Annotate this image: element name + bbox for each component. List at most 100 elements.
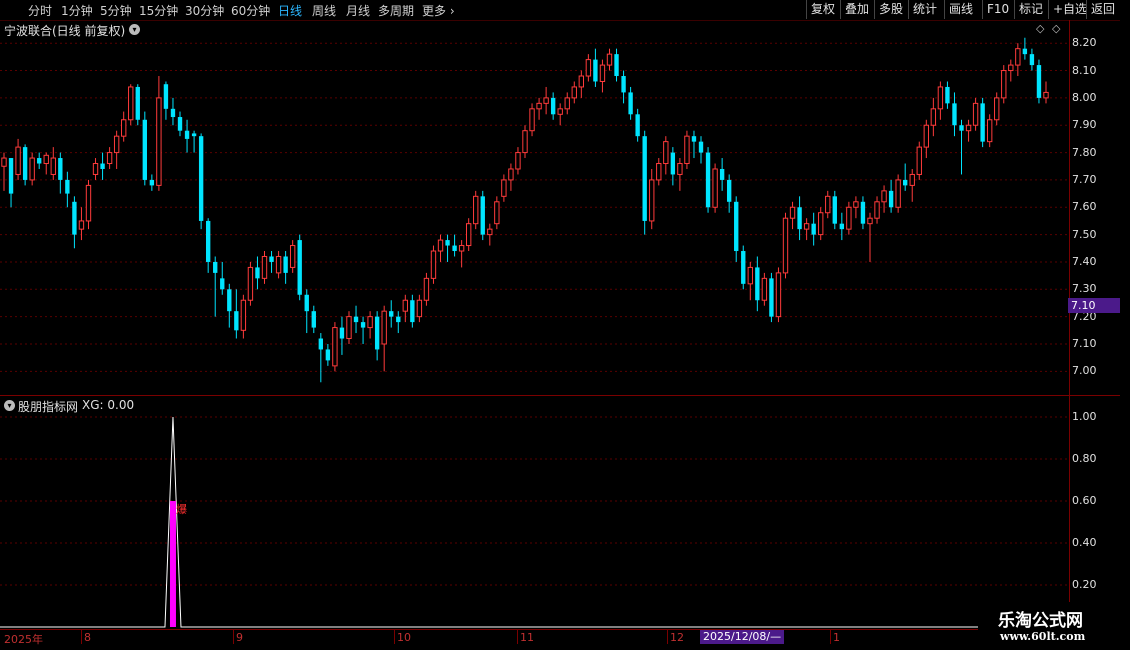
- candle-body: [606, 53, 613, 66]
- candle-body: [381, 310, 387, 345]
- period-tab-5[interactable]: 60分钟: [231, 2, 270, 19]
- candle-body: [85, 184, 92, 222]
- candle-body: [325, 349, 331, 361]
- signal-bar: [169, 501, 176, 627]
- candle-body: [473, 195, 479, 225]
- candle-body: [396, 316, 401, 323]
- toolbar-button-5[interactable]: F10: [982, 0, 1013, 19]
- period-tab-2[interactable]: 5分钟: [100, 2, 132, 19]
- candle-body: [269, 256, 274, 262]
- candle-body: [494, 201, 500, 225]
- candle-body: [916, 146, 922, 175]
- candle-body: [445, 240, 450, 246]
- candle-body: [952, 103, 957, 126]
- toolbar-button-8[interactable]: 返回: [1086, 0, 1119, 19]
- candle-body: [705, 152, 711, 208]
- toolbar-button-0[interactable]: 复权: [806, 0, 839, 19]
- candle-body: [423, 277, 430, 301]
- candle-body: [649, 179, 655, 222]
- candle-body: [191, 133, 197, 137]
- indicator-tick: 0.80: [1072, 452, 1097, 465]
- candle-body: [58, 158, 63, 180]
- candle-body: [332, 327, 338, 367]
- indicator-tick: 0.40: [1072, 536, 1097, 549]
- candle-body: [177, 117, 183, 131]
- candle-body: [614, 54, 619, 77]
- candle-body: [797, 207, 802, 230]
- candle-body: [43, 154, 49, 165]
- candle-body: [339, 327, 345, 339]
- candle-body: [853, 201, 859, 208]
- toolbar-button-2[interactable]: 多股: [874, 0, 907, 19]
- candle-body: [734, 201, 739, 252]
- candle-body: [965, 124, 972, 132]
- candle-body: [227, 289, 232, 312]
- candle-body: [501, 179, 507, 197]
- candle-body: [480, 196, 485, 235]
- candle-body: [430, 250, 437, 279]
- candle-body: [839, 223, 845, 230]
- candlestick-chart[interactable]: 爆: [0, 20, 1070, 630]
- candle-body: [663, 141, 669, 165]
- candle-body: [986, 119, 993, 143]
- candle-body: [782, 217, 789, 274]
- x-axis-separator: [517, 630, 518, 644]
- candle-body: [163, 84, 169, 109]
- toolbar-button-1[interactable]: 叠加: [840, 0, 873, 19]
- candle-body: [755, 267, 760, 301]
- candle-body: [642, 136, 647, 221]
- candle-body: [741, 251, 746, 284]
- candle-body: [945, 86, 950, 104]
- period-tab-7[interactable]: 周线: [312, 2, 336, 19]
- candle-body: [818, 212, 824, 236]
- candle-body: [297, 240, 302, 295]
- watermark-title: 乐淘公式网: [998, 611, 1083, 631]
- candle-body: [923, 124, 929, 148]
- candle-body: [937, 86, 944, 110]
- price-tick: 7.70: [1072, 172, 1097, 186]
- candle-body: [1001, 70, 1007, 99]
- candle-body: [712, 168, 718, 208]
- candle-body: [1008, 64, 1014, 72]
- toolbar-button-7[interactable]: +自选: [1048, 0, 1091, 19]
- period-tab-10[interactable]: 更多 ›: [422, 2, 455, 19]
- period-tab-8[interactable]: 月线: [346, 2, 370, 19]
- candle-body: [65, 179, 70, 194]
- candle-body: [72, 201, 77, 235]
- toolbar-button-4[interactable]: 画线: [944, 0, 977, 19]
- candle-body: [205, 220, 211, 262]
- candle-body: [220, 278, 225, 290]
- candle-body: [50, 157, 56, 175]
- toolbar-button-3[interactable]: 统计: [908, 0, 941, 19]
- candle-body: [487, 228, 493, 236]
- toolbar-button-6[interactable]: 标记: [1014, 0, 1047, 19]
- candle-body: [458, 245, 465, 252]
- price-tick: 8.00: [1072, 90, 1097, 104]
- candle-body: [621, 76, 626, 93]
- period-tab-0[interactable]: 分时: [28, 2, 52, 19]
- period-tab-3[interactable]: 15分钟: [139, 2, 178, 19]
- x-axis-label: 2025年: [4, 633, 43, 646]
- x-axis-label: 10: [397, 631, 411, 644]
- candle-body: [402, 299, 408, 312]
- axis-divider: [1069, 20, 1070, 630]
- candle-body: [846, 206, 852, 230]
- indicator-tick: 0.60: [1072, 494, 1097, 507]
- candle-body: [410, 300, 415, 323]
- candle-body: [980, 103, 985, 142]
- period-tab-4[interactable]: 30分钟: [185, 2, 224, 19]
- candle-body: [719, 168, 725, 180]
- chevron-down-icon[interactable]: ▾: [4, 400, 15, 411]
- candle-body: [346, 316, 352, 340]
- x-axis-label: 12: [670, 631, 684, 644]
- candle-body: [304, 294, 309, 312]
- candle-body: [677, 163, 683, 175]
- period-tab-9[interactable]: 多周期: [378, 2, 414, 19]
- period-tab-1[interactable]: 1分钟: [61, 2, 93, 19]
- candle-body: [994, 97, 1000, 121]
- candle-body: [135, 86, 140, 120]
- candle-body: [895, 179, 901, 208]
- period-tab-6[interactable]: 日线: [278, 2, 302, 19]
- candle-body: [240, 299, 247, 331]
- x-axis-label: 9: [236, 631, 243, 644]
